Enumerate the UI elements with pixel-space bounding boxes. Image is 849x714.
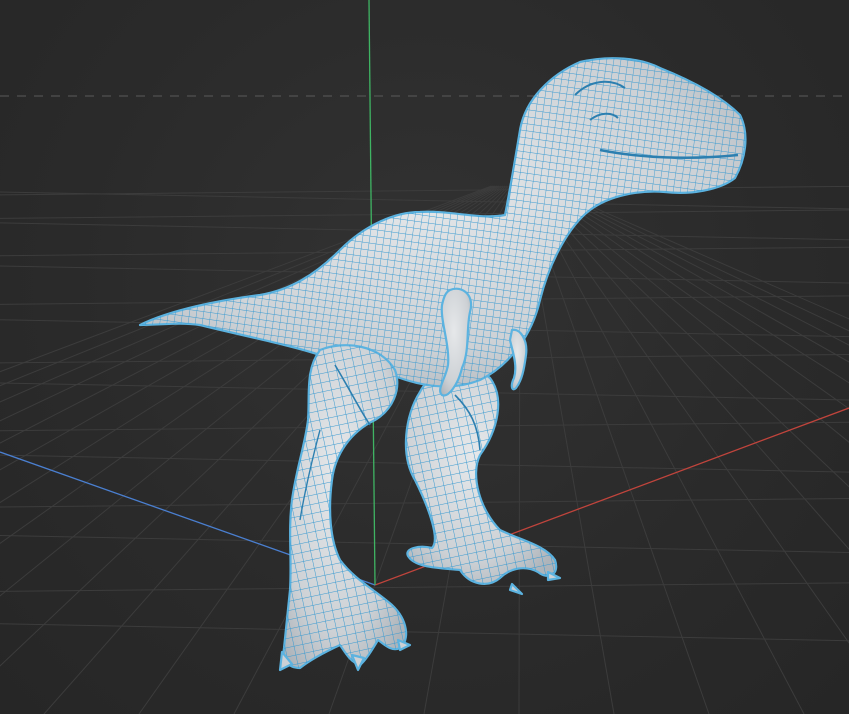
grid-line (542, 185, 849, 332)
grid-line (0, 582, 849, 592)
grid-line (0, 191, 849, 210)
grid-line (534, 185, 849, 410)
grid-line (0, 185, 849, 196)
grid-line (532, 185, 849, 443)
far-arm[interactable] (508, 328, 528, 391)
3d-viewport[interactable] (0, 0, 849, 714)
grid-line (544, 185, 849, 320)
grid-line (0, 623, 849, 642)
viewport-scene[interactable] (0, 0, 849, 714)
grid-line (531, 185, 849, 488)
trex-mesh[interactable] (138, 57, 747, 672)
grid-line (540, 185, 849, 346)
